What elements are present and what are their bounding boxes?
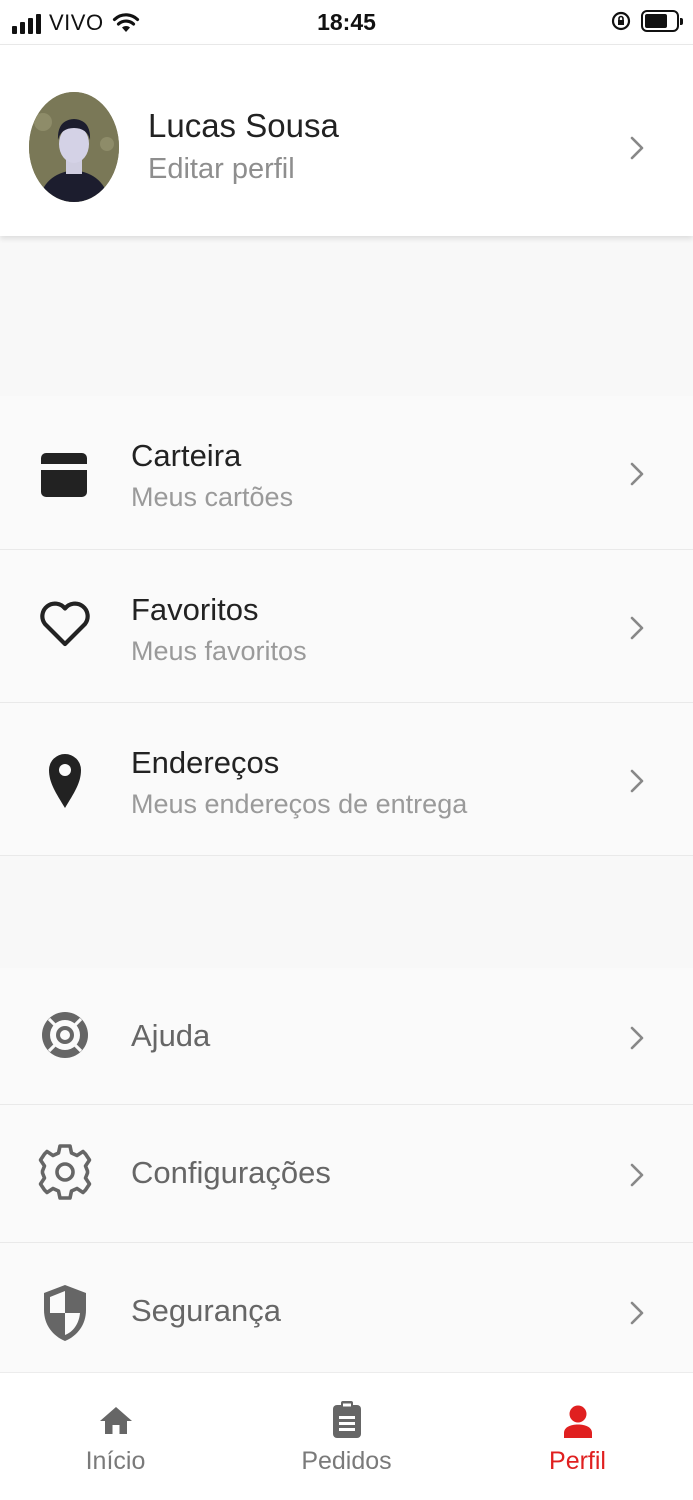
chevron-right-icon xyxy=(630,616,644,640)
profile-name: Lucas Sousa xyxy=(148,107,339,144)
menu-item-settings[interactable]: Configurações xyxy=(0,1105,693,1243)
menu-item-subtitle: Meus endereços de entrega xyxy=(131,789,468,819)
avatar-image xyxy=(29,92,119,202)
menu-item-title: Carteira xyxy=(131,438,242,473)
menu-item-label: Segurança xyxy=(131,1293,281,1328)
menu-item-subtitle: Meus favoritos xyxy=(131,636,307,666)
bottom-navigation: Início Pedidos Perfil xyxy=(0,1372,693,1500)
battery-level xyxy=(645,14,667,28)
wallet-card-icon xyxy=(41,453,87,497)
edit-profile-link[interactable]: Editar perfil xyxy=(148,153,295,186)
menu-item-wallet[interactable]: Carteira Meus cartões xyxy=(0,396,693,550)
chevron-right-icon xyxy=(630,769,644,793)
nav-tab-home[interactable]: Início xyxy=(0,1373,231,1500)
status-right xyxy=(611,10,683,32)
menu-item-title: Endereços xyxy=(131,745,280,780)
chevron-right-icon xyxy=(630,1163,644,1187)
nav-tab-profile[interactable]: Perfil xyxy=(462,1373,693,1500)
nav-tab-orders[interactable]: Pedidos xyxy=(231,1373,462,1500)
menu-item-label: Configurações xyxy=(131,1155,331,1190)
gear-icon xyxy=(38,1144,92,1200)
avatar[interactable] xyxy=(29,92,119,202)
menu-content: Carteira Meus cartões Favoritos Meus fav… xyxy=(0,236,693,1372)
menu-item-label: Ajuda xyxy=(131,1018,211,1053)
chevron-right-icon xyxy=(630,1026,644,1050)
menu-item-subtitle: Meus cartões xyxy=(131,482,294,512)
profile-header[interactable]: Lucas Sousa Editar perfil xyxy=(0,44,693,236)
chevron-right-icon xyxy=(630,462,644,486)
chevron-right-icon xyxy=(630,136,644,160)
rotation-lock-icon xyxy=(611,11,631,31)
nav-tab-label: Início xyxy=(85,1447,146,1475)
status-time: 18:45 xyxy=(317,9,376,35)
nav-tab-label: Perfil xyxy=(549,1447,606,1475)
menu-item-security[interactable]: Segurança xyxy=(0,1243,693,1372)
home-icon xyxy=(99,1407,132,1434)
menu-item-addresses[interactable]: Endereços Meus endereços de entrega xyxy=(0,703,693,856)
menu-item-favorites[interactable]: Favoritos Meus favoritos xyxy=(0,550,693,703)
shield-icon xyxy=(44,1285,86,1341)
lifebuoy-icon xyxy=(42,1012,88,1058)
nav-tab-label: Pedidos xyxy=(301,1447,392,1475)
person-icon xyxy=(563,1405,592,1438)
menu-item-help[interactable]: Ajuda xyxy=(0,968,693,1105)
heart-icon xyxy=(40,601,90,647)
menu-item-title: Favoritos xyxy=(131,592,259,627)
status-bar: VIVO 18:45 xyxy=(0,0,693,44)
clipboard-icon xyxy=(332,1401,361,1438)
battery-icon xyxy=(641,10,683,32)
location-pin-icon xyxy=(49,754,81,808)
chevron-right-icon xyxy=(630,1301,644,1325)
